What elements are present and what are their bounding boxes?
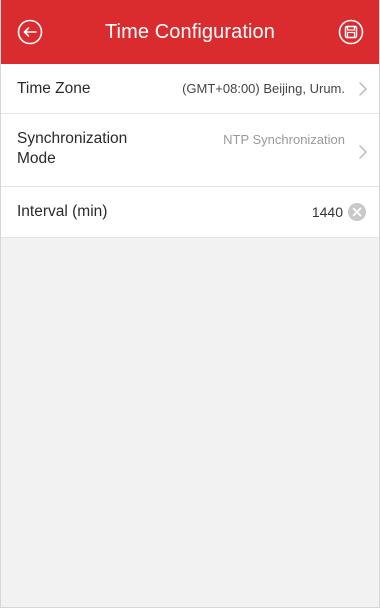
sync-mode-label: Synchronization Mode bbox=[17, 130, 128, 167]
save-button[interactable] bbox=[338, 19, 364, 45]
time-configuration-screen: Time Configuration Time Zone (GMT+08:00)… bbox=[0, 0, 380, 608]
save-icon bbox=[338, 19, 364, 45]
chevron-right-icon bbox=[357, 144, 369, 160]
sync-mode-value: NTP Synchronization bbox=[223, 132, 345, 147]
header-bar: Time Configuration bbox=[1, 0, 379, 64]
settings-list: Time Zone (GMT+08:00) Beijing, Urum. Syn… bbox=[1, 64, 379, 238]
time-zone-label: Time Zone bbox=[17, 80, 91, 97]
interval-row: Interval (min) 1440 bbox=[1, 187, 379, 238]
clear-button[interactable] bbox=[348, 203, 366, 221]
interval-input[interactable]: 1440 bbox=[312, 203, 343, 221]
time-zone-value: (GMT+08:00) Beijing, Urum. bbox=[182, 81, 345, 96]
time-zone-row[interactable]: Time Zone (GMT+08:00) Beijing, Urum. bbox=[1, 64, 379, 114]
chevron-right-icon bbox=[357, 81, 369, 97]
interval-label: Interval (min) bbox=[17, 203, 108, 220]
page-title: Time Configuration bbox=[104, 21, 276, 43]
clear-x-icon bbox=[352, 207, 362, 217]
sync-mode-row[interactable]: Synchronization Mode NTP Synchronization bbox=[1, 114, 379, 187]
